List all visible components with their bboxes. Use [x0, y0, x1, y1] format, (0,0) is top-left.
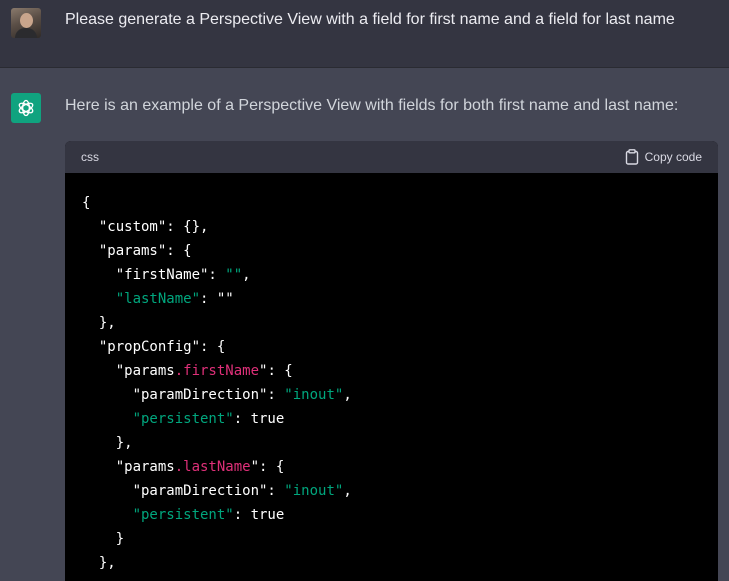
code-line: "paramDirection": "inout",: [82, 383, 701, 407]
code-token: .lastName: [174, 459, 251, 475]
copy-code-label: Copy code: [644, 150, 702, 164]
code-token: "inout": [284, 387, 344, 403]
code-line: },: [82, 431, 701, 455]
code-line: "custom": {},: [82, 215, 701, 239]
code-token: "": [225, 267, 243, 283]
code-line: "paramDirection": "inout",: [82, 479, 701, 503]
code-line: "params.firstName": {: [82, 359, 701, 383]
code-line: "propConfig": {: [82, 335, 701, 359]
code-block-header: css Copy code: [65, 141, 718, 173]
code-token: : true: [233, 411, 285, 427]
code-token: ": {: [250, 459, 285, 475]
code-line: "lastName": "": [82, 287, 701, 311]
code-token: "params": {: [82, 243, 192, 259]
assistant-message-row: Here is an example of a Perspective View…: [0, 68, 729, 581]
code-line: "params.lastName": {: [82, 455, 701, 479]
code-token: "propConfig": {: [82, 339, 226, 355]
code-token: ": {: [259, 363, 293, 379]
code-line: }: [82, 527, 701, 551]
code-token: "": [216, 291, 234, 307]
code-token: {: [82, 195, 91, 211]
code-line: "firstName": "",: [82, 263, 701, 287]
code-token: .firstName: [174, 363, 260, 379]
code-token: "paramDirection":: [82, 387, 285, 403]
code-line: "persistent": true: [82, 407, 701, 431]
code-line: "params": {: [82, 239, 701, 263]
code-token: : true: [233, 507, 285, 523]
code-token: "lastName": [82, 291, 201, 307]
openai-logo-icon: [11, 93, 41, 123]
code-token: "firstName":: [82, 267, 226, 283]
code-line: {: [82, 191, 701, 215]
code-token: }: [82, 531, 125, 547]
code-language-label: css: [81, 150, 99, 164]
code-token: "persistent": [82, 507, 234, 523]
user-message-text: Please generate a Perspective View with …: [65, 11, 675, 28]
code-token: "params: [82, 459, 175, 475]
copy-code-button[interactable]: Copy code: [625, 147, 702, 167]
user-avatar: [11, 8, 41, 38]
clipboard-icon: [625, 149, 638, 165]
code-line: },: [82, 551, 701, 575]
code-token: "persistent": [82, 411, 234, 427]
code-token: },: [82, 555, 116, 571]
code-token: "paramDirection":: [82, 483, 285, 499]
code-line: },: [82, 311, 701, 335]
code-token: ,: [343, 483, 352, 499]
code-block: css Copy code { "custom": {}, "params": …: [65, 141, 718, 581]
code-content: { "custom": {}, "params": { "firstName":…: [65, 173, 718, 581]
code-token: },: [82, 315, 116, 331]
code-token: ,: [242, 267, 251, 283]
user-message-row: Please generate a Perspective View with …: [0, 0, 729, 68]
code-token: },: [82, 435, 133, 451]
code-line: "persistent": true: [82, 503, 701, 527]
code-token: ,: [343, 387, 352, 403]
code-token: "custom": {},: [82, 219, 209, 235]
code-token: "params: [82, 363, 175, 379]
code-token: :: [200, 291, 217, 307]
assistant-message-text: Here is an example of a Perspective View…: [65, 97, 679, 114]
code-token: "inout": [284, 483, 344, 499]
